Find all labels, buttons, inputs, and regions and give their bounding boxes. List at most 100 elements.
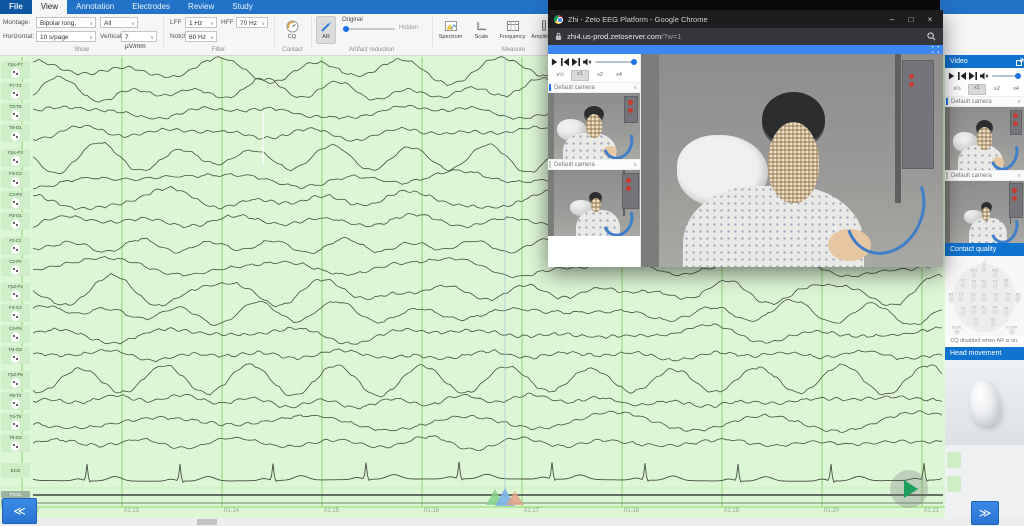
volume-muted-icon[interactable] bbox=[980, 72, 989, 80]
vertical-select[interactable]: 7 µV/mm∨ bbox=[121, 31, 157, 42]
ribbon-group-label: Filter bbox=[163, 47, 274, 53]
speed-x2-button[interactable]: x2 bbox=[592, 71, 608, 80]
contact-quality-title: Contact quality bbox=[950, 243, 996, 256]
popup-camera-thumbnail-1[interactable] bbox=[548, 93, 640, 159]
volume-slider-track[interactable] bbox=[595, 61, 637, 63]
channel-label-p3-o1[interactable]: P3-O1 bbox=[1, 212, 30, 230]
measure-spectrum-button[interactable]: Spectrum bbox=[437, 16, 464, 44]
double-chevron-right-icon: ≫ bbox=[979, 506, 992, 520]
channel-name: T3-T5 bbox=[9, 104, 21, 109]
ribbon-tab-study[interactable]: Study bbox=[223, 0, 261, 14]
measure-scale-button[interactable]: Scale bbox=[468, 16, 495, 44]
camera-thumbnail-1[interactable] bbox=[945, 107, 1024, 170]
close-button[interactable]: × bbox=[923, 15, 937, 24]
speed-half-button[interactable]: x½ bbox=[552, 71, 568, 80]
speed-x1-button[interactable]: x1 bbox=[968, 84, 986, 95]
speed-x4-button[interactable]: x4 bbox=[1008, 85, 1024, 94]
horizontal-select[interactable]: 10 s/page∨ bbox=[36, 31, 96, 42]
channel-label-c3-p3[interactable]: C3-P3 bbox=[1, 191, 30, 209]
channel-label-c4-p4[interactable]: C4-P4 bbox=[1, 325, 30, 343]
channel-label-t6-o2[interactable]: T6-O2 bbox=[1, 434, 30, 452]
ribbon-tab-annotation[interactable]: Annotation bbox=[67, 0, 123, 14]
scrollbar-thumb[interactable] bbox=[197, 519, 217, 525]
channel-label-t5-o1[interactable]: T5-O1 bbox=[1, 124, 30, 142]
play-icon[interactable] bbox=[948, 72, 955, 80]
volume-slider-knob[interactable] bbox=[631, 59, 637, 65]
channel-label-cz-pz[interactable]: Cz-Pz bbox=[1, 258, 30, 276]
ribbon-tab-review[interactable]: Review bbox=[179, 0, 223, 14]
channel-label-f3-c3[interactable]: F3-C3 bbox=[1, 170, 30, 188]
ribbon-tab-view[interactable]: View bbox=[32, 0, 67, 14]
camera-section-header[interactable]: Default camera∧ bbox=[548, 159, 640, 170]
camera-section-header[interactable]: Default camera∧ bbox=[548, 82, 640, 93]
channel-label-fp2-f4[interactable]: Fp2-F4 bbox=[1, 283, 30, 301]
step-back-icon[interactable] bbox=[561, 58, 569, 66]
volume-muted-icon[interactable] bbox=[583, 58, 592, 66]
electrode-f4: F4 bbox=[993, 280, 997, 284]
head-movement-title: Head movement bbox=[950, 347, 1001, 360]
channel-label-f4-c4[interactable]: F4-C4 bbox=[1, 304, 30, 322]
ribbon-tab-file[interactable]: File bbox=[0, 0, 32, 14]
chevron-down-icon: ∨ bbox=[89, 20, 93, 29]
speed-x1-button[interactable]: x1 bbox=[571, 70, 589, 81]
search-icon[interactable] bbox=[927, 32, 936, 41]
step-back-icon[interactable] bbox=[958, 72, 966, 80]
montage-filter-select[interactable]: All∨ bbox=[100, 17, 138, 28]
popout-icon[interactable] bbox=[1016, 58, 1024, 66]
channel-label-t3-t5[interactable]: T3-T5 bbox=[1, 103, 30, 121]
speed-half-button[interactable]: x½ bbox=[949, 85, 965, 94]
camera-section-header[interactable]: Default camera∧ bbox=[945, 170, 1024, 181]
speed-x4-button[interactable]: x4 bbox=[611, 71, 627, 80]
minimize-button[interactable]: – bbox=[885, 15, 899, 24]
play-icon[interactable] bbox=[551, 58, 558, 66]
popup-main-video[interactable] bbox=[641, 54, 943, 267]
channel-label-fp1-f7[interactable]: Fp1-F7 bbox=[1, 61, 30, 79]
hff-select[interactable]: 70 Hz∨ bbox=[236, 17, 268, 28]
page-back-button[interactable]: ≪ bbox=[2, 498, 37, 524]
active-indicator bbox=[549, 84, 551, 91]
channel-label-f8-t4[interactable]: F8-T4 bbox=[1, 392, 30, 410]
channel-label-f7-t3[interactable]: F7-T3 bbox=[1, 82, 30, 100]
timeline-label: 01:19 bbox=[724, 508, 739, 514]
head-3d-model[interactable] bbox=[968, 378, 1002, 426]
window-title-bar[interactable]: Zhi - Zeto EEG Platform - Google Chrome … bbox=[548, 10, 943, 28]
playback-play-button[interactable] bbox=[890, 470, 928, 508]
lff-select[interactable]: 1 Hz∨ bbox=[185, 17, 217, 28]
channel-label-fp1-f3[interactable]: Fp1-F3 bbox=[1, 149, 30, 167]
timeline-label: 01:13 bbox=[124, 508, 139, 514]
ar-slider-knob[interactable] bbox=[343, 26, 349, 32]
channel-label-ecg[interactable]: ECG bbox=[1, 463, 30, 478]
chrome-popup-window: Zhi - Zeto EEG Platform - Google Chrome … bbox=[548, 10, 943, 267]
channel-label-t4-t6[interactable]: T4-T6 bbox=[1, 413, 30, 431]
contact-quality-button[interactable]: CQ bbox=[279, 16, 305, 44]
channel-label-fz-cz[interactable]: Fz-Cz bbox=[1, 237, 30, 255]
camera-label: Default camera bbox=[554, 162, 633, 168]
chevron-down-icon: ∨ bbox=[210, 34, 214, 43]
step-forward-icon[interactable] bbox=[572, 58, 580, 66]
horizontal-scrollbar[interactable] bbox=[0, 518, 1024, 526]
volume-slider-track[interactable] bbox=[992, 75, 1021, 77]
page-forward-button[interactable]: ≫ bbox=[971, 501, 999, 525]
maximize-button[interactable]: □ bbox=[904, 15, 918, 24]
url-path: /?w=1 bbox=[661, 32, 681, 41]
camera-thumbnail-2[interactable] bbox=[945, 181, 1024, 243]
ar-slider-track[interactable] bbox=[343, 28, 395, 30]
speed-x2-button[interactable]: x2 bbox=[989, 85, 1005, 94]
address-bar[interactable]: zhi4.us-prod.zetoserver.com/?w=1 bbox=[548, 28, 943, 45]
camera-section-header[interactable]: Default camera∧ bbox=[945, 96, 1024, 107]
artifact-reduction-button[interactable]: AR bbox=[316, 16, 336, 44]
ribbon-tab-electrodes[interactable]: Electrodes bbox=[123, 0, 179, 14]
head-montage-icon bbox=[11, 290, 20, 300]
popup-camera-thumbnail-2[interactable] bbox=[548, 170, 640, 236]
fullscreen-icon[interactable] bbox=[932, 46, 939, 53]
measure-frequency-button[interactable]: Frequency bbox=[499, 16, 526, 44]
notch-select[interactable]: 60 Hz∨ bbox=[185, 31, 217, 42]
channel-label-fp2-f8[interactable]: Fp2-F8 bbox=[1, 371, 30, 389]
montage-select[interactable]: Bipolar long.∨ bbox=[36, 17, 96, 28]
step-forward-icon[interactable] bbox=[969, 72, 977, 80]
montage-label: Montage: bbox=[3, 19, 30, 26]
active-indicator bbox=[946, 98, 948, 105]
volume-slider-knob[interactable] bbox=[1015, 73, 1021, 79]
electrode-a2: A2 bbox=[1016, 293, 1021, 297]
channel-label-p4-o2[interactable]: P4-O2 bbox=[1, 346, 30, 364]
